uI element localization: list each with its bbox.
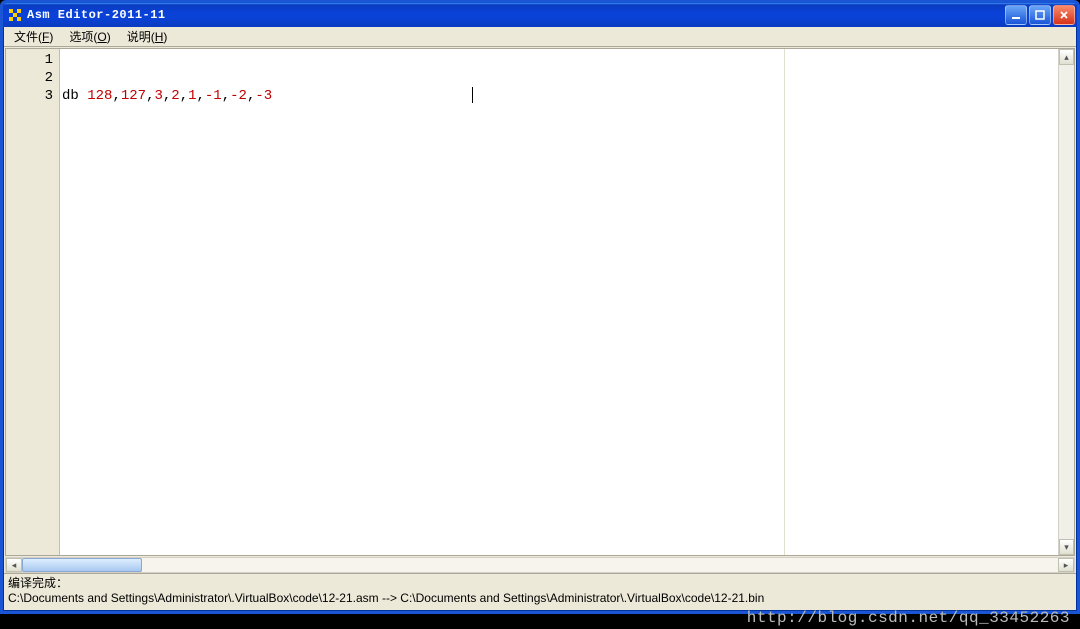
scroll-thumb[interactable]: [22, 558, 142, 572]
scroll-down-button[interactable]: ▾: [1059, 539, 1074, 555]
code-line[interactable]: [62, 69, 784, 87]
code-editor[interactable]: db 128,127,3,2,1,-1,-2,-3: [60, 49, 784, 555]
client-area: 文件(F) 选项(O) 说明(H) 1 2 3 db 128,127,3,2,1…: [3, 27, 1077, 611]
scroll-track[interactable]: [22, 558, 1058, 572]
text-cursor: [472, 87, 473, 103]
maximize-button[interactable]: [1029, 5, 1051, 25]
menu-help[interactable]: 说明(H): [119, 26, 176, 47]
menu-options[interactable]: 选项(O): [61, 26, 118, 47]
horizontal-scrollbar[interactable]: ◂ ▸: [5, 557, 1075, 573]
scroll-up-button[interactable]: ▴: [1059, 49, 1074, 65]
editor-area: 1 2 3 db 128,127,3,2,1,-1,-2,-3 ▴ ▾: [5, 48, 1075, 556]
close-button[interactable]: [1053, 5, 1075, 25]
status-line-2: C:\Documents and Settings\Administrator\…: [8, 591, 1072, 606]
gutter-line: 3: [6, 87, 53, 105]
gutter-line: 2: [6, 69, 53, 87]
window-title: Asm Editor-2011-11: [27, 8, 1005, 22]
code-line[interactable]: db 128,127,3,2,1,-1,-2,-3: [62, 87, 784, 105]
titlebar[interactable]: Asm Editor-2011-11: [3, 3, 1077, 27]
status-line-1: 编译完成：: [8, 576, 1072, 591]
menubar: 文件(F) 选项(O) 说明(H): [4, 27, 1076, 47]
code-line[interactable]: [62, 51, 784, 69]
scroll-right-button[interactable]: ▸: [1058, 558, 1074, 572]
line-gutter: 1 2 3: [6, 49, 60, 555]
minimize-button[interactable]: [1005, 5, 1027, 25]
menu-file[interactable]: 文件(F): [6, 26, 61, 47]
app-icon: [7, 7, 23, 23]
side-panel: ▴ ▾: [784, 49, 1074, 555]
scroll-left-button[interactable]: ◂: [6, 558, 22, 572]
vertical-scrollbar[interactable]: ▴ ▾: [1058, 49, 1074, 555]
status-bar: 编译完成： C:\Documents and Settings\Administ…: [4, 573, 1076, 610]
window-controls: [1005, 5, 1077, 25]
window-frame: Asm Editor-2011-11 文件(F) 选项(O) 说明(H) 1 2…: [0, 0, 1080, 614]
gutter-line: 1: [6, 51, 53, 69]
